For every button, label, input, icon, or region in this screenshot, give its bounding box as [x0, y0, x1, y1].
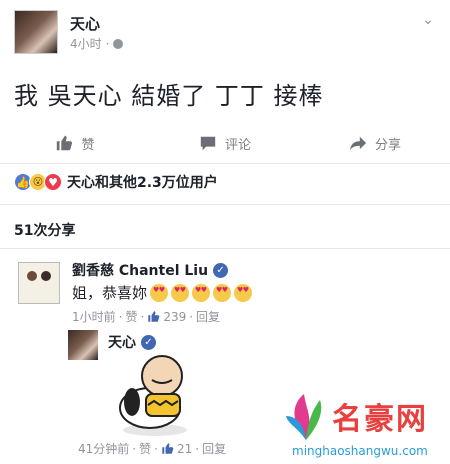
hug-sticker-image — [119, 355, 187, 436]
avatar[interactable] — [68, 330, 98, 360]
thumbs-up-icon — [148, 311, 160, 322]
comment-like-count[interactable]: 239 — [163, 310, 186, 324]
meta-dot: · — [154, 441, 158, 456]
meta-dot: · — [195, 441, 200, 456]
verified-icon: ✓ — [213, 262, 229, 278]
heart-eyes-emoji-icon — [192, 283, 211, 302]
reply-like-link[interactable]: 赞 — [139, 440, 151, 457]
verified-icon: ✓ — [141, 334, 156, 350]
watermark-title: 名豪网 — [332, 402, 428, 437]
meta-dot: · — [189, 309, 194, 324]
comment-label: 评论 — [224, 137, 251, 153]
heart-eyes-emoji-icon — [171, 283, 190, 302]
share-label: 分享 — [374, 137, 401, 153]
thumbs-up-icon — [57, 135, 73, 151]
chevron-down-icon[interactable]: ⌄ — [422, 12, 434, 28]
thumbs-up-icon — [162, 443, 174, 454]
reply-reply-link[interactable]: 回复 — [202, 440, 226, 457]
meta-dot: · — [118, 309, 123, 324]
commenter-name[interactable]: 劉香慈 Chantel Liu ✓ — [72, 260, 229, 280]
heart-eyes-emoji-icon — [234, 283, 253, 302]
like-button[interactable]: 赞 — [0, 126, 150, 160]
reply-meta: 41分钟前 · 赞 · 21 · 回复 — [78, 440, 226, 457]
post-meta: 4小时 · — [70, 35, 124, 52]
share-button[interactable]: 分享 — [300, 126, 450, 160]
comment-time[interactable]: 1小时前 — [72, 308, 116, 325]
comment-text: 姐，恭喜妳 — [72, 282, 253, 303]
replier-label: 天心 — [108, 335, 136, 351]
avatar[interactable] — [18, 262, 60, 304]
reactions-summary[interactable]: 👍 😮 ♥ 天心和其他2.3万位用户 — [14, 172, 218, 192]
meta-dot: · — [132, 441, 137, 456]
reply-like-count[interactable]: 21 — [177, 442, 192, 456]
comment-reply-link[interactable]: 回复 — [196, 308, 220, 325]
emoji-row — [150, 283, 253, 302]
divider — [0, 204, 450, 205]
post-time[interactable]: 4小时 — [70, 35, 102, 52]
reply-time[interactable]: 41分钟前 — [78, 440, 129, 457]
watermark: 名豪网 minghaoshangwu.com — [284, 392, 450, 464]
watermark-leaf-logo — [286, 394, 322, 440]
action-bar: 赞 评论 分享 — [0, 126, 450, 160]
comment-body: 姐，恭喜妳 — [72, 284, 148, 302]
replier-name[interactable]: 天心 ✓ — [108, 332, 156, 352]
watermark-url: minghaoshangwu.com — [292, 444, 428, 458]
heart-eyes-emoji-icon — [213, 283, 232, 302]
commenter-label: 劉香慈 Chantel Liu — [72, 263, 209, 279]
comment-icon — [200, 136, 216, 151]
meta-separator: · — [105, 36, 110, 51]
share-arrow-icon — [349, 136, 367, 151]
avatar[interactable] — [14, 10, 58, 54]
comment-meta: 1小时前 · 赞 · 239 · 回复 — [72, 308, 220, 325]
share-count[interactable]: 51次分享 — [14, 220, 75, 240]
globe-icon — [113, 38, 124, 49]
comment-like-link[interactable]: 赞 — [125, 308, 137, 325]
author-name[interactable]: 天心 — [70, 13, 100, 34]
comment: 劉香慈 Chantel Liu ✓ 姐，恭喜妳 1小时前 · 赞 · 239 ·… — [14, 258, 444, 328]
divider — [0, 248, 450, 249]
reactions-label: 天心和其他2.3万位用户 — [67, 175, 218, 191]
comment-button[interactable]: 评论 — [150, 126, 300, 160]
post-header: 天心 4小时 · ⌄ — [14, 10, 434, 58]
heart-eyes-emoji-icon — [150, 283, 169, 302]
meta-dot: · — [140, 309, 145, 324]
divider — [0, 163, 450, 164]
like-label: 赞 — [81, 137, 95, 153]
love-reaction-icon: ♥ — [44, 173, 62, 191]
post-text: 我 吳天心 結婚了 丁丁 接棒 — [14, 82, 324, 110]
